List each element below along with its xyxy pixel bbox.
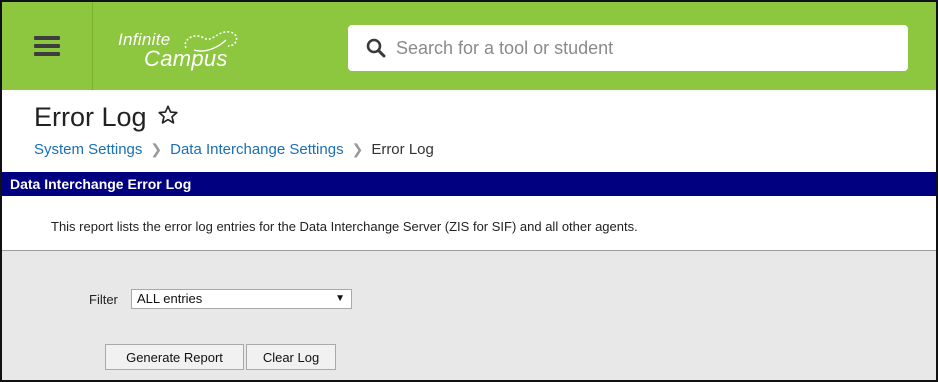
generate-report-button[interactable]: Generate Report [105,344,244,370]
infinite-campus-logo[interactable]: Infinite Campus [118,26,268,71]
search-input[interactable] [394,36,898,60]
breadcrumb-system-settings[interactable]: System Settings [34,141,142,158]
page-title: Error Log [34,102,147,132]
breadcrumb: System Settings ❯ Data Interchange Setti… [34,141,434,158]
favorite-star-icon[interactable] [157,102,179,133]
search-icon [366,38,386,58]
filter-label: Filter [89,292,118,307]
hamburger-menu-button[interactable] [2,2,93,90]
clear-log-button[interactable]: Clear Log [246,344,336,370]
search-box[interactable] [348,25,908,71]
hamburger-icon [34,36,60,56]
dropdown-arrow-icon: ▼ [335,293,345,304]
app-frame: Infinite Campus Error Log System Setting… [0,0,938,382]
breadcrumb-data-interchange-settings[interactable]: Data Interchange Settings [170,141,343,158]
report-description: This report lists the error log entries … [51,219,638,234]
chevron-right-icon: ❯ [351,141,364,157]
logo-line2: Campus [144,46,228,71]
filter-select[interactable]: ALL entries ▼ [131,289,352,309]
breadcrumb-current: Error Log [371,141,434,158]
page-title-container: Error Log [34,102,179,133]
chevron-right-icon: ❯ [150,141,163,157]
section-header: Data Interchange Error Log [2,172,936,196]
top-bar: Infinite Campus [2,2,936,90]
filter-selected-value: ALL entries [137,291,203,306]
